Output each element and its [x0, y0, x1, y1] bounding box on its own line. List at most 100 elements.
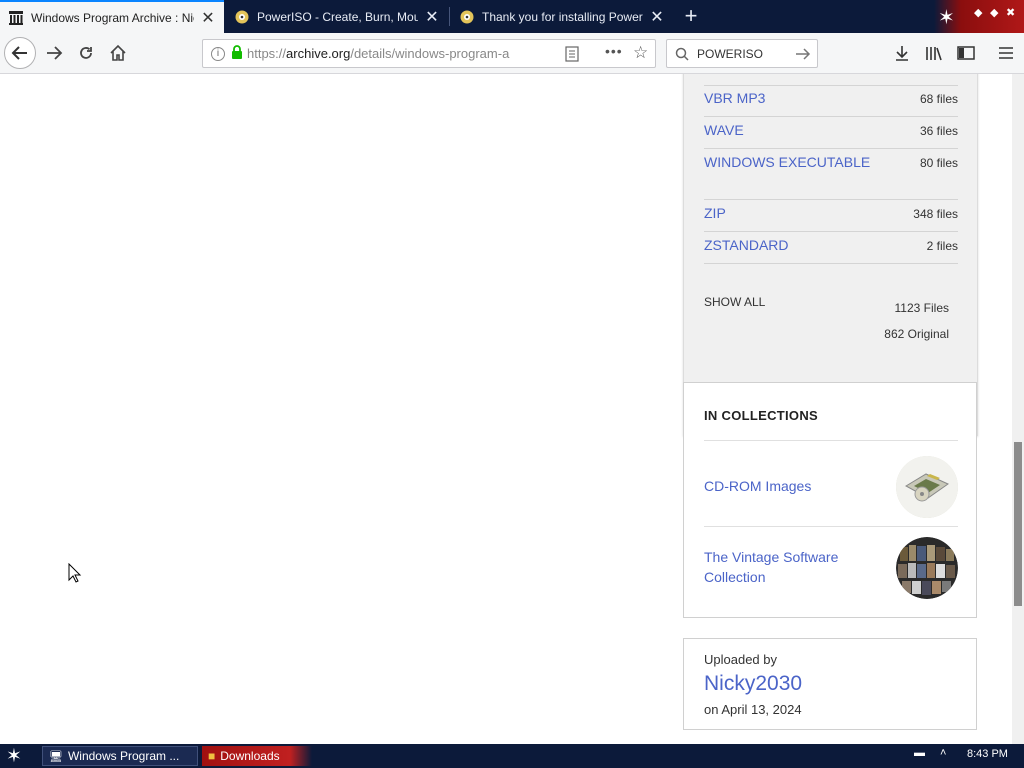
taskbar-item-label: Windows Program ... — [67, 749, 180, 763]
minimize-icon[interactable]: ◆ — [974, 6, 982, 19]
info-icon[interactable]: i — [211, 46, 225, 61]
new-tab-button[interactable]: + — [678, 4, 704, 30]
taskbar-item-browser[interactable]: 🖥 Windows Program ... — [42, 746, 198, 766]
divider — [704, 526, 958, 527]
close-tab-icon[interactable]: ✕ — [424, 7, 440, 27]
url-text[interactable]: https://archive.org/details/windows-prog… — [247, 46, 537, 61]
search-bar[interactable]: POWERISO — [666, 39, 818, 68]
taskbar-item-downloads[interactable]: ■ Downloads — [202, 746, 312, 766]
archive-org-icon — [8, 10, 24, 26]
format-count: 80 files — [919, 156, 958, 170]
url-path: /details/windows-program-a — [350, 46, 510, 61]
bookmark-star-icon[interactable]: ☆ — [633, 43, 648, 63]
keyboard-icon[interactable]: ▬ — [914, 747, 925, 759]
divider — [704, 116, 958, 117]
poweriso-disc-icon — [459, 9, 475, 25]
reload-button[interactable] — [72, 39, 100, 67]
tab-title: Windows Program Archive : Nicho — [31, 10, 194, 25]
format-count: 2 files — [926, 239, 958, 253]
hamburger-menu-icon — [999, 47, 1013, 59]
format-count: 348 files — [913, 207, 958, 221]
collection-link-vintage-software[interactable]: The Vintage Software Collection — [704, 547, 864, 587]
page-scrollbar[interactable] — [1012, 74, 1024, 744]
tab-bar: Windows Program Archive : Nicho ✕ PowerI… — [0, 0, 1024, 33]
home-button[interactable] — [104, 39, 132, 67]
cdrom-images-thumbnail[interactable] — [896, 456, 958, 518]
format-count: 68 files — [919, 92, 958, 106]
scrollbar-thumb[interactable] — [1014, 442, 1022, 606]
url-scheme: https:// — [247, 46, 287, 61]
divider — [704, 440, 958, 441]
divider — [704, 85, 958, 86]
tab-poweriso-create[interactable]: PowerISO - Create, Burn, Mount, ✕ — [226, 0, 448, 33]
back-arrow-icon — [11, 46, 27, 60]
mouse-cursor-icon — [68, 563, 82, 583]
page-content: VBR MP3 68 files WAVE 36 files WINDOWS E… — [0, 74, 1012, 744]
clock-time[interactable]: 8:43 PM — [967, 748, 1008, 760]
start-menu-star-icon[interactable]: ✶ — [6, 745, 22, 768]
collection-link-cdrom-images[interactable]: CD-ROM Images — [704, 476, 811, 496]
maximize-icon[interactable]: ◆ — [990, 6, 998, 19]
collections-heading: IN COLLECTIONS — [704, 408, 818, 423]
tab-thank-you-poweriso[interactable]: Thank you for installing PowerISO! ✕ — [451, 0, 673, 33]
vintage-software-thumbnail[interactable] — [896, 537, 958, 599]
format-link[interactable]: VBR MP3 — [704, 90, 765, 106]
sidebar-button[interactable] — [952, 39, 980, 67]
url-bar[interactable]: i https://archive.org/details/windows-pr… — [202, 39, 656, 68]
format-row: WAVE 36 files — [704, 122, 958, 138]
forward-button[interactable] — [40, 39, 68, 67]
divider — [704, 148, 958, 149]
uploaded-by-label: Uploaded by — [704, 652, 777, 667]
format-row: VBR MP3 68 files — [704, 90, 958, 106]
page-actions-icon[interactable]: ••• — [605, 43, 623, 59]
library-icon — [926, 47, 942, 61]
window-controls: ✶ ◆ ◆ ✖ — [934, 0, 1024, 33]
download-icon — [896, 46, 908, 61]
search-go-arrow-icon[interactable] — [795, 47, 811, 61]
menu-button[interactable] — [992, 39, 1020, 67]
lock-icon[interactable] — [231, 45, 243, 62]
tab-windows-program-archive[interactable]: Windows Program Archive : Nicho ✕ — [0, 0, 224, 33]
reader-view-icon[interactable] — [565, 46, 579, 65]
tab-separator — [449, 7, 450, 26]
browser-app-icon: 🖥 — [49, 750, 63, 763]
collections-card: IN COLLECTIONS CD-ROM Images The Vintage… — [683, 382, 977, 618]
format-row: ZIP 348 files — [704, 205, 958, 221]
tray-expand-icon[interactable]: ˄ — [940, 747, 946, 759]
taskbar: ✶ 🖥 Windows Program ... ■ Downloads ▬ ˄ … — [0, 744, 1024, 768]
downloads-button[interactable] — [888, 39, 916, 67]
back-button[interactable] — [4, 37, 36, 69]
divider — [704, 263, 958, 264]
taskbar-item-label: Downloads — [220, 749, 280, 763]
close-window-icon[interactable]: ✖ — [1006, 6, 1015, 19]
format-row: ZSTANDARD 2 files — [704, 237, 958, 253]
format-link[interactable]: WINDOWS EXECUTABLE — [704, 154, 870, 170]
reload-icon — [80, 47, 92, 59]
poweriso-disc-icon — [234, 9, 250, 25]
home-icon — [110, 44, 126, 61]
navigation-bar: i https://archive.org/details/windows-pr… — [0, 33, 1024, 74]
divider — [704, 199, 958, 200]
format-link[interactable]: ZSTANDARD — [704, 237, 789, 253]
show-all-link[interactable]: SHOW ALL — [704, 295, 765, 309]
upload-date: on April 13, 2024 — [704, 702, 802, 717]
search-input[interactable]: POWERISO — [697, 47, 795, 61]
url-host: archive.org — [286, 46, 351, 61]
forward-arrow-icon — [47, 46, 63, 60]
close-tab-icon[interactable]: ✕ — [200, 8, 216, 28]
folder-icon: ■ — [208, 749, 216, 763]
original-files-count: 862 Original — [884, 327, 949, 341]
format-row: WINDOWS EXECUTABLE 80 files — [704, 154, 958, 170]
sidebar-icon — [957, 46, 975, 60]
total-files-count: 1123 Files — [894, 301, 949, 315]
library-button[interactable] — [920, 39, 948, 67]
tab-title: PowerISO - Create, Burn, Mount, — [257, 9, 418, 24]
uploader-card: Uploaded by Nicky2030 on April 13, 2024 — [683, 638, 977, 730]
star-logo-icon: ✶ — [938, 7, 955, 29]
uploader-name-link[interactable]: Nicky2030 — [704, 672, 802, 696]
tab-title: Thank you for installing PowerISO! — [482, 9, 643, 24]
format-link[interactable]: ZIP — [704, 205, 726, 221]
format-count: 36 files — [919, 124, 958, 138]
format-link[interactable]: WAVE — [704, 122, 744, 138]
close-tab-icon[interactable]: ✕ — [649, 7, 665, 27]
